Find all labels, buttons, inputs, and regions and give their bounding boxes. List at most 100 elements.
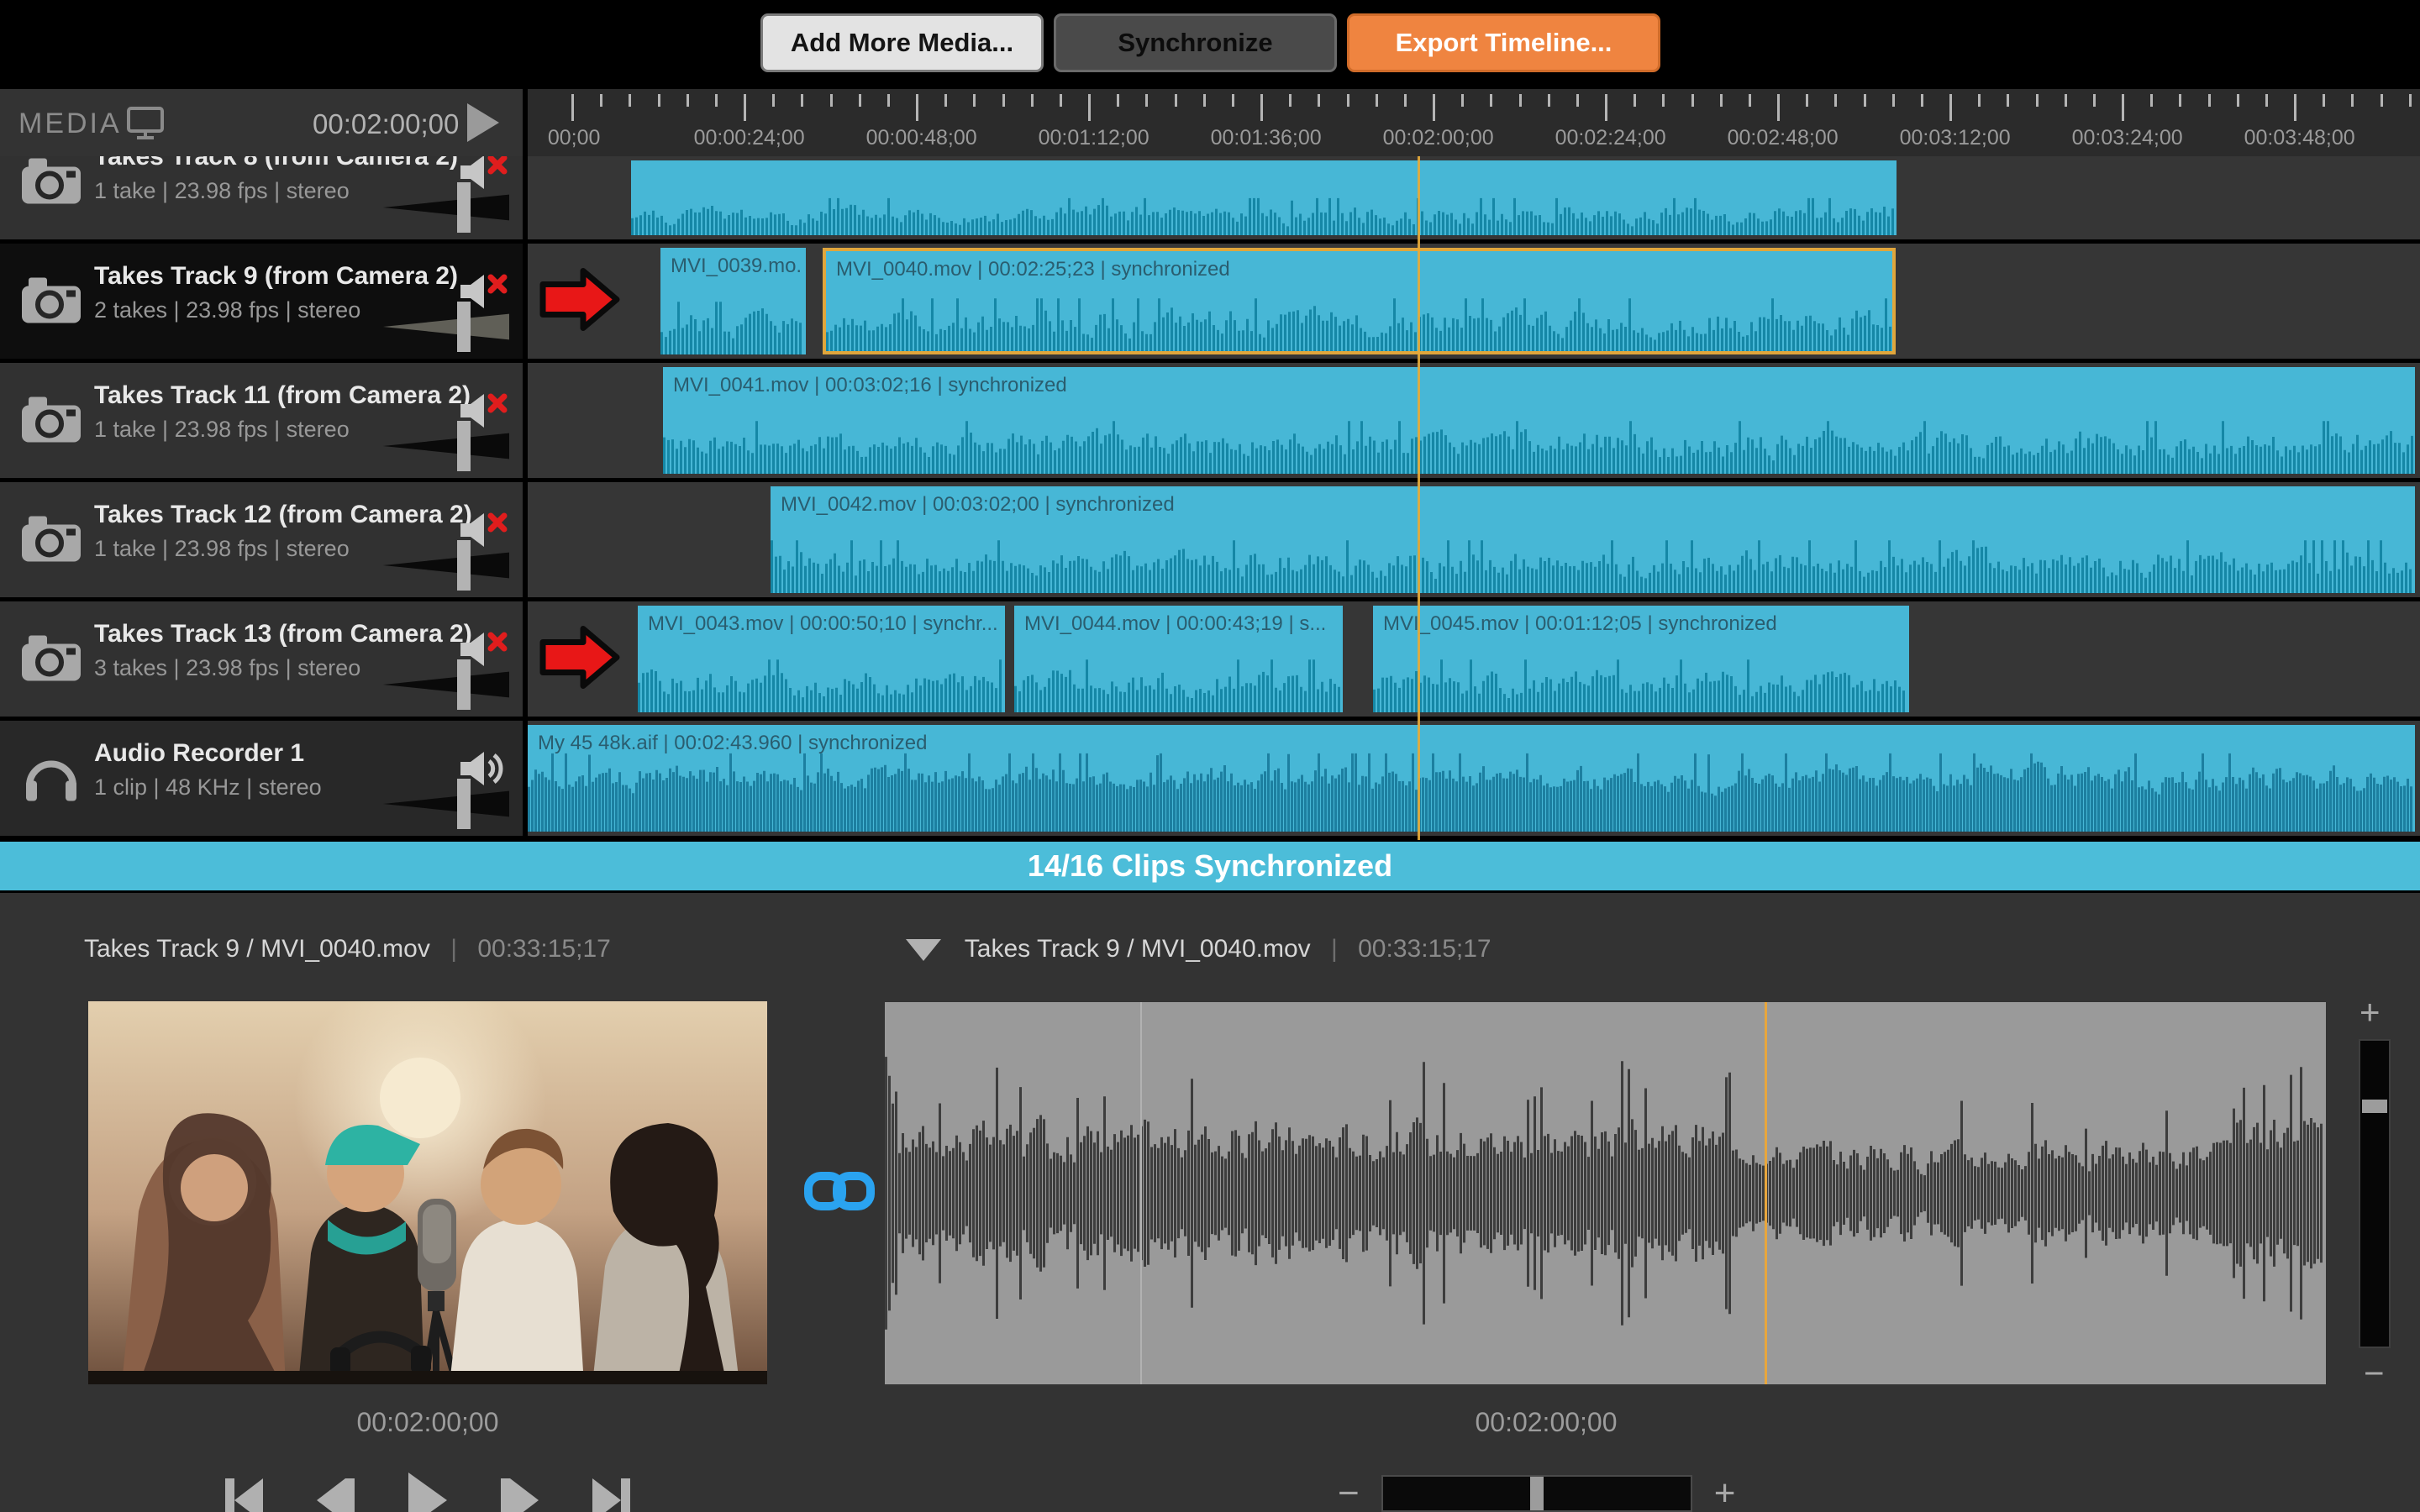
camera-icon [22, 395, 81, 446]
synchronize-button[interactable]: Synchronize [1054, 13, 1337, 72]
ruler-tick [1060, 94, 1062, 107]
track-lane[interactable]: MVI_0042.mov | 00:03:02;00 | synchronize… [528, 482, 2420, 597]
ruler-tick [1892, 94, 1895, 107]
ruler-tick [2351, 94, 2354, 107]
ruler-tick [944, 94, 947, 107]
ruler-tick [1548, 94, 1550, 107]
ruler-tick [715, 94, 718, 107]
fader-handle[interactable] [457, 659, 471, 710]
ruler-tick [2237, 94, 2239, 107]
track-lane[interactable] [528, 156, 2420, 239]
track-header[interactable]: Takes Track 9 (from Camera 2)2 takes | 2… [0, 244, 528, 359]
ruler-major-tick [2122, 94, 2124, 121]
play-icon[interactable] [467, 103, 499, 142]
ruler-tick [1117, 94, 1119, 107]
ruler-timecode-label: 00:02:00;00 [1383, 126, 1494, 150]
track-lane[interactable]: My 45 48k.aif | 00:02:43.960 | synchroni… [528, 721, 2420, 836]
zoom-slider-handle[interactable] [1530, 1477, 1544, 1510]
ruler-timecode-label: 00:01:12;00 [1039, 126, 1150, 150]
play-button[interactable] [408, 1473, 447, 1512]
clip-MVI_0042[interactable]: MVI_0042.mov | 00:03:02;00 | synchronize… [771, 486, 2415, 593]
camera-icon [22, 633, 81, 685]
clip-MVI_0045[interactable]: MVI_0045.mov | 00:01:12;05 | synchronize… [1373, 606, 1909, 712]
track-row: Audio Recorder 11 clip | 48 KHz | stereo… [0, 721, 2420, 840]
clip-MVI_0041[interactable]: MVI_0041.mov | 00:03:02;16 | synchronize… [663, 367, 2415, 474]
ruler-tick [2036, 94, 2039, 107]
track-details: 1 take | 23.98 fps | stereo [94, 536, 350, 562]
volume-fader[interactable] [383, 182, 509, 233]
go-to-end-button[interactable] [592, 1478, 630, 1512]
timeline-playhead[interactable] [1418, 156, 1420, 840]
audio-waveform-panel[interactable] [885, 1002, 2326, 1384]
clip-dropdown-icon[interactable] [906, 939, 941, 961]
fader-handle[interactable] [457, 421, 471, 471]
ruler-tick [629, 94, 631, 107]
zoom-out-button[interactable]: − [1338, 1477, 1360, 1510]
ruler-tick [1289, 94, 1292, 107]
track-row: Takes Track 13 (from Camera 2)3 takes | … [0, 601, 2420, 721]
clip-MVI_0040[interactable]: MVI_0040.mov | 00:02:25;23 | synchronize… [823, 248, 1896, 354]
ruler-tick [1318, 94, 1320, 107]
track-header[interactable]: Takes Track 8 (from Camera 2)1 take | 23… [0, 156, 528, 239]
scale-slider-handle[interactable] [2362, 1100, 2387, 1113]
title-separator: | [450, 935, 457, 963]
video-preview[interactable] [88, 1001, 767, 1384]
scale-up-button[interactable]: + [2360, 992, 2381, 1032]
fader-handle[interactable] [457, 779, 471, 829]
clip-My 45 48k[interactable]: My 45 48k.aif | 00:02:43.960 | synchroni… [528, 725, 2415, 832]
ruler-tick [658, 94, 660, 107]
timeline-ruler[interactable]: 00;0000:00:24;0000:00:48;0000:01:12;0000… [528, 89, 2420, 156]
clip[interactable] [631, 160, 1897, 235]
ruler-tick [2208, 94, 2211, 107]
volume-fader[interactable] [383, 540, 509, 591]
fader-wedge [383, 433, 509, 459]
clip-label: MVI_0042.mov | 00:03:02;00 | synchronize… [781, 493, 2410, 517]
clip-MVI_0039[interactable]: MVI_0039.mo.. [660, 248, 806, 354]
track-header[interactable]: Takes Track 12 (from Camera 2)1 take | 2… [0, 482, 528, 597]
add-more-media-button[interactable]: Add More Media... [760, 13, 1044, 72]
volume-fader[interactable] [383, 779, 509, 829]
fader-handle[interactable] [457, 540, 471, 591]
ruler-tick [1519, 94, 1522, 107]
link-sync-icon[interactable] [803, 1168, 876, 1218]
zoom-in-button[interactable]: + [1714, 1477, 1736, 1510]
zoom-slider-track[interactable] [1381, 1475, 1692, 1512]
ruler-tick [600, 94, 602, 107]
track-header[interactable]: Takes Track 13 (from Camera 2)3 takes | … [0, 601, 528, 717]
export-timeline-button[interactable]: Export Timeline... [1347, 13, 1660, 72]
track-header[interactable]: Audio Recorder 11 clip | 48 KHz | stereo [0, 721, 528, 836]
ruler-tick [2323, 94, 2325, 107]
go-to-start-button[interactable] [225, 1478, 263, 1512]
track-header[interactable]: Takes Track 11 (from Camera 2)1 take | 2… [0, 363, 528, 478]
volume-fader[interactable] [383, 659, 509, 710]
ruler-tick [1203, 94, 1206, 107]
ruler-major-tick [1433, 94, 1435, 121]
step-forward-button[interactable] [501, 1478, 539, 1512]
ruler-tick [830, 94, 833, 107]
ruler-tick [2409, 94, 2412, 107]
ruler-timecode-label: 00:03:12;00 [1900, 126, 2011, 150]
ruler-tick [687, 94, 689, 107]
ruler-tick [772, 94, 775, 107]
clip-MVI_0044[interactable]: MVI_0044.mov | 00:00:43;19 | s... [1014, 606, 1343, 712]
volume-fader[interactable] [383, 421, 509, 471]
track-lane[interactable]: MVI_0043.mov | 00:00:50;10 | synchr... MV… [528, 601, 2420, 717]
waveform-playhead[interactable] [1765, 1002, 1767, 1384]
track-row: Takes Track 8 (from Camera 2)1 take | 23… [0, 156, 2420, 244]
clip-MVI_0043[interactable]: MVI_0043.mov | 00:00:50;10 | synchr... [638, 606, 1005, 712]
volume-fader[interactable] [383, 302, 509, 352]
scale-down-button[interactable]: − [2364, 1353, 2385, 1394]
clip-label: MVI_0043.mov | 00:00:50;10 | synchr... [648, 612, 1000, 636]
step-back-button[interactable] [317, 1478, 355, 1512]
fader-handle[interactable] [457, 182, 471, 233]
ruler-tick [1834, 94, 1837, 107]
track-lane[interactable]: MVI_0041.mov | 00:03:02;16 | synchronize… [528, 363, 2420, 478]
track-rows: Takes Track 8 (from Camera 2)1 take | 23… [0, 156, 2420, 840]
scale-slider-track[interactable] [2359, 1039, 2391, 1348]
attention-arrow-icon [539, 267, 620, 335]
fader-handle[interactable] [457, 302, 471, 352]
transport-controls [88, 1473, 767, 1512]
track-lane[interactable]: MVI_0039.mo..MVI_0040.mov | 00:02:25;23 … [528, 244, 2420, 359]
track-row: Takes Track 12 (from Camera 2)1 take | 2… [0, 482, 2420, 601]
ruler-tick [1749, 94, 1751, 107]
